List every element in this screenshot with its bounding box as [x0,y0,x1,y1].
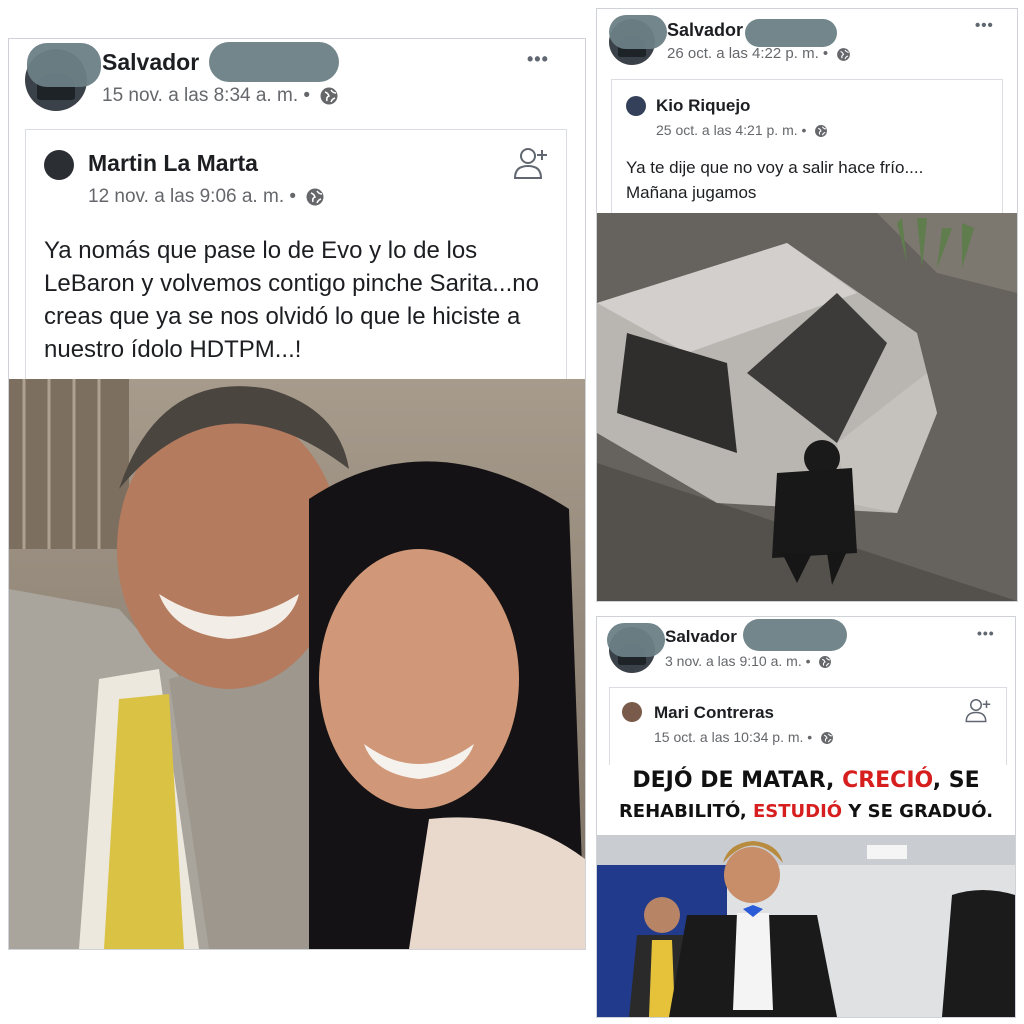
meme-l1-b: CRECIÓ [842,768,933,793]
shared-post-text-line2: Mañana jugamos [626,183,757,202]
post-photo[interactable] [597,835,1015,1017]
shared-author-name[interactable]: Kio Riquejo [656,96,750,116]
meme-caption-line1: DEJÓ DE MATAR, CRECIÓ, SE [597,765,1015,797]
post-timestamp-text[interactable]: 3 nov. a las 9:10 a. m. • [665,653,811,669]
shared-timestamp-text[interactable]: 25 oct. a las 4:21 p. m. • [656,122,806,138]
shared-post-text: Ya nomás que pase lo de Evo y lo de los … [44,237,539,363]
meme-caption-line2: REHABILITÓ, ESTUDIÓ Y SE GRADUÓ. [597,797,1015,827]
redacted-avatar-overlay [609,15,667,49]
meme-l2-a: REHABILITÓ, [618,801,753,822]
meme-l2-b: ESTUDIÓ [752,801,843,822]
shared-timestamp-text[interactable]: 15 oct. a las 10:34 p. m. • [654,729,812,745]
globe-icon [815,125,828,138]
redacted-surname [743,619,847,651]
meme-l1-a: DEJÓ DE MATAR, [632,768,843,793]
redacted-surname [209,42,339,82]
more-options-button[interactable]: ••• [977,625,995,641]
globe-icon [819,656,832,669]
author-name[interactable]: Salvador [102,49,199,76]
post-card-2: Salvador 26 oct. a las 4:22 p. m. • ••• … [596,8,1018,602]
meme-caption: DEJÓ DE MATAR, CRECIÓ, SE REHABILITÓ, ES… [597,765,1015,835]
meme-l2-c: Y SE GRADUÓ. [842,801,994,822]
shared-author-name[interactable]: Mari Contreras [654,703,774,723]
post-timestamp-text[interactable]: 26 oct. a las 4:22 p. m. • [667,45,828,62]
post-photo[interactable] [9,379,585,949]
globe-icon [821,732,834,745]
shared-post: Mari Contreras 15 oct. a las 10:34 p. m.… [609,687,1007,767]
add-friend-icon[interactable] [512,144,552,184]
shared-timestamp[interactable]: 12 nov. a las 9:06 a. m. • [88,186,325,208]
author-name[interactable]: Salvador [665,627,737,647]
shared-timestamp[interactable]: 25 oct. a las 4:21 p. m. • [656,122,828,138]
shared-post: Kio Riquejo 25 oct. a las 4:21 p. m. • Y… [611,79,1003,215]
post-timestamp[interactable]: 3 nov. a las 9:10 a. m. • [665,653,832,669]
more-options-button[interactable]: ••• [975,17,994,34]
photo-illustration [9,379,585,949]
post-timestamp-text[interactable]: 15 nov. a las 8:34 a. m. • [102,85,310,106]
post-card-3: Salvador 3 nov. a las 9:10 a. m. • ••• M… [596,616,1016,1018]
meme-l1-c: , SE [932,768,980,793]
globe-icon [320,87,338,105]
post-timestamp[interactable]: 15 nov. a las 8:34 a. m. • [102,85,339,107]
post-photo[interactable] [597,213,1017,601]
author-name[interactable]: Salvador [667,20,743,41]
globe-icon [306,188,324,206]
shared-post-text-line1: Ya te dije que no voy a salir hace frío.… [626,158,924,177]
redacted-surname [745,19,837,47]
shared-timestamp[interactable]: 15 oct. a las 10:34 p. m. • [654,729,834,745]
shared-author-avatar[interactable] [622,702,642,722]
shared-author-avatar[interactable] [626,96,646,116]
redacted-avatar-overlay [607,623,665,657]
post-card-1: Salvador 15 nov. a las 8:34 a. m. • ••• … [8,38,586,950]
shared-author-avatar[interactable] [44,150,74,180]
more-options-button[interactable]: ••• [527,49,549,70]
shared-timestamp-text[interactable]: 12 nov. a las 9:06 a. m. • [88,186,296,207]
shared-author-name[interactable]: Martin La Marta [88,150,258,177]
add-friend-icon[interactable] [964,696,994,726]
photo-illustration [597,213,1017,601]
shared-post: Martin La Marta 12 nov. a las 9:06 a. m.… [25,129,567,381]
post-timestamp[interactable]: 26 oct. a las 4:22 p. m. • [667,45,851,62]
photo-illustration [597,835,1015,1017]
globe-icon [837,47,851,61]
redacted-avatar-overlay [27,43,101,87]
